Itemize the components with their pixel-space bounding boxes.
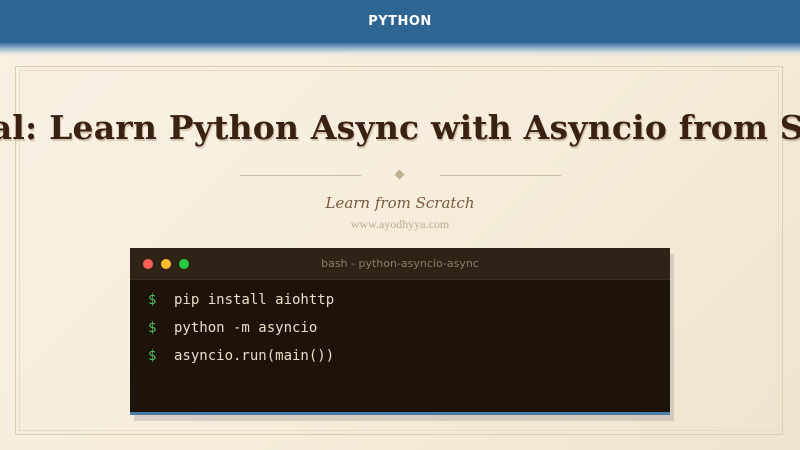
top-bar-fade xyxy=(0,43,800,57)
top-category-bar: PYTHON xyxy=(0,0,800,43)
terminal-line: $ python -m asyncio xyxy=(148,318,334,346)
terminal-command: pip install aiohttp xyxy=(174,292,335,308)
prompt-symbol: $ xyxy=(148,320,157,336)
terminal-titlebar: bash - python-asyncio-async xyxy=(130,248,670,280)
page-title: Tutorial: Learn Python Async with Asynci… xyxy=(0,108,800,147)
category-label[interactable]: PYTHON xyxy=(368,14,432,29)
prompt-symbol: $ xyxy=(148,348,157,364)
terminal-line: $ asyncio.run(main()) xyxy=(148,346,334,374)
headline-container: Tutorial: Learn Python Async with Asynci… xyxy=(0,104,800,156)
prompt-symbol: $ xyxy=(148,292,157,308)
terminal-command: asyncio.run(main()) xyxy=(174,348,335,364)
terminal-body: $ pip install aiohttp $ python -m asyncio … xyxy=(148,290,334,374)
divider-right xyxy=(440,175,561,176)
site-url: www.ayodhyya.com xyxy=(350,217,450,231)
terminal-command: python -m asyncio xyxy=(174,320,318,336)
divider-left xyxy=(240,175,361,176)
terminal-title: bash - python-asyncio-async xyxy=(321,257,479,270)
terminal-window: bash - python-asyncio-async $ pip install… xyxy=(130,248,670,415)
subtitle: Learn from Scratch xyxy=(325,194,475,212)
terminal-line: $ pip install aiohttp xyxy=(148,290,334,318)
